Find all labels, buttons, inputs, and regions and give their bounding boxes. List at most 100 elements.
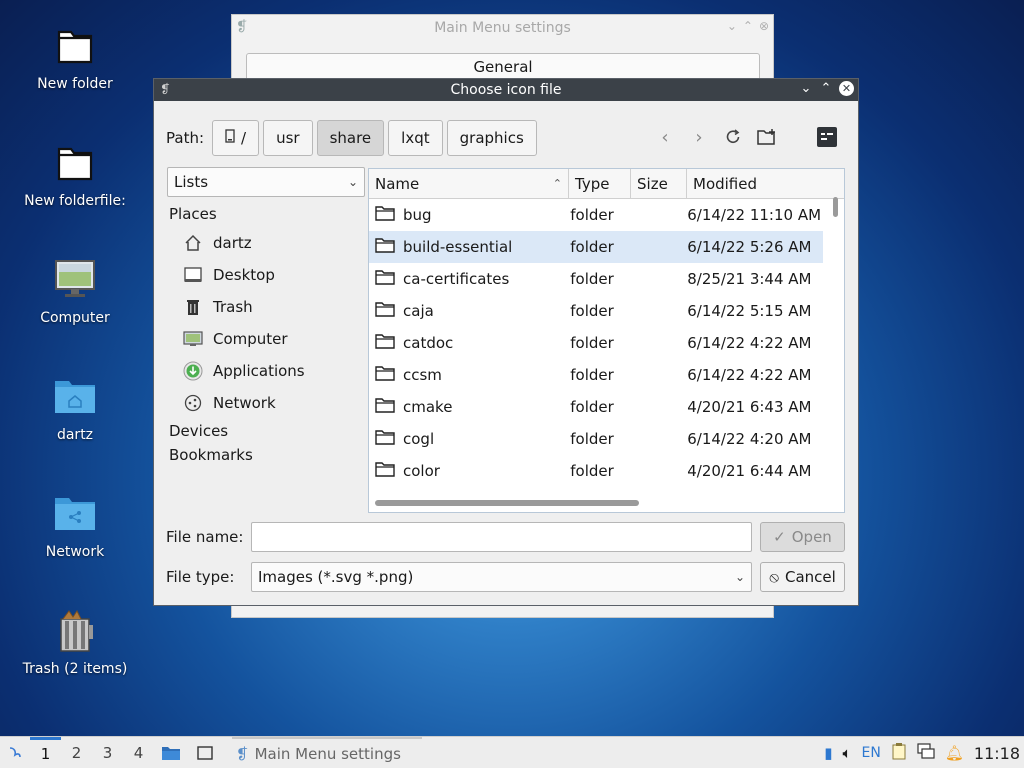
desktop-icon-trash[interactable]: Trash (2 items)	[5, 609, 145, 677]
network-status-icon[interactable]	[917, 743, 935, 763]
file-row[interactable]: catdoc folder 6/14/22 4:22 AM	[369, 327, 823, 359]
place-applications[interactable]: Applications	[169, 355, 369, 387]
desktop-icon-network[interactable]: Network	[5, 492, 145, 560]
chevron-down-icon: ⌄	[734, 570, 745, 584]
taskbar: 1 2 3 4 ❡ Main Menu settings ▮ 🔈︎ EN 🔔︎ …	[0, 736, 1024, 768]
bookmarks-section[interactable]: Bookmarks	[169, 443, 369, 467]
file-name-input[interactable]	[251, 522, 752, 552]
file-type: folder	[570, 366, 614, 384]
file-name-row: File name:	[166, 522, 846, 552]
place-desktop[interactable]: Desktop	[169, 259, 369, 291]
close-icon[interactable]: ⊗	[759, 19, 769, 33]
close-button[interactable]: ✕	[839, 81, 854, 96]
desktop-icon-label: New folderfile:	[24, 193, 126, 209]
file-row[interactable]: cmake folder 4/20/21 6:43 AM	[369, 391, 823, 423]
column-header-size[interactable]: Size	[631, 169, 687, 198]
file-modified: 4/20/21 6:44 AM	[687, 462, 812, 480]
show-desktop-icon[interactable]	[188, 737, 222, 768]
workspace-3[interactable]: 3	[92, 737, 123, 768]
crumb-lxqt[interactable]: lxqt	[388, 120, 443, 156]
file-row[interactable]: caja folder 6/14/22 5:15 AM	[369, 295, 823, 327]
clipboard-icon[interactable]	[891, 742, 907, 764]
places-header[interactable]: Places	[169, 205, 369, 227]
forward-icon[interactable]: ›	[688, 124, 710, 150]
view-options-icon[interactable]	[816, 124, 838, 150]
tab-general[interactable]: General	[246, 53, 760, 81]
file-row-selected[interactable]: build-essential folder 6/14/22 5:26 AM	[369, 231, 823, 263]
crumb-share[interactable]: share	[316, 120, 385, 156]
view-mode-select[interactable]: Lists ⌄	[167, 167, 365, 197]
notification-bell-icon[interactable]: 🔔︎	[945, 744, 964, 762]
desktop-icon-label: Computer	[40, 310, 110, 326]
file-type-select[interactable]: Images (*.svg *.png) ⌄	[251, 562, 752, 592]
place-dartz[interactable]: dartz	[169, 227, 369, 259]
column-header-type[interactable]: Type	[569, 169, 631, 198]
workspace-4[interactable]: 4	[123, 737, 154, 768]
file-modified: 6/14/22 4:20 AM	[687, 430, 812, 448]
cancel-button[interactable]: ⦸ Cancel	[760, 562, 845, 592]
app-logo-icon: ❡	[236, 744, 249, 763]
folder-icon	[375, 236, 395, 258]
file-type-label: File type:	[166, 568, 235, 586]
file-row[interactable]: color folder 4/20/21 6:44 AM	[369, 455, 823, 487]
maximize-icon[interactable]: ⌃	[743, 19, 753, 33]
maximize-button[interactable]: ⌃	[819, 81, 833, 96]
crumb-root[interactable]: /	[212, 120, 260, 156]
navigation-toolbar: ‹ ›	[654, 124, 838, 150]
usb-icon[interactable]: ▮	[824, 744, 832, 762]
folder-icon	[375, 268, 395, 290]
file-modified: 6/14/22 5:15 AM	[687, 302, 812, 320]
file-row[interactable]: ccsm folder 6/14/22 4:22 AM	[369, 359, 823, 391]
place-network[interactable]: Network	[169, 387, 369, 419]
folder-icon	[375, 428, 395, 450]
file-row[interactable]: bug folder 6/14/22 11:10 AM	[369, 199, 823, 231]
minimize-icon[interactable]: ⌄	[727, 19, 737, 33]
crumb-graphics[interactable]: graphics	[446, 120, 537, 156]
desktop-icon-dartz[interactable]: dartz	[5, 375, 145, 443]
workspace-1[interactable]: 1	[30, 736, 61, 768]
file-row[interactable]: ca-certificates folder 8/25/21 3:44 AM	[369, 263, 823, 295]
reload-icon[interactable]	[722, 124, 744, 150]
file-modified: 4/20/21 6:43 AM	[687, 398, 812, 416]
crumb-usr[interactable]: usr	[263, 120, 313, 156]
column-label: Name	[375, 175, 420, 193]
open-button[interactable]: ✓ Open	[760, 522, 845, 552]
devices-section[interactable]: Devices	[169, 419, 369, 443]
vertical-scrollbar[interactable]	[833, 197, 838, 217]
task-main-menu-settings[interactable]: ❡ Main Menu settings	[232, 736, 422, 768]
desktop-icon-new-folder[interactable]: New folder	[5, 24, 145, 92]
folder-icon	[375, 460, 395, 482]
choose-icon-file-dialog: ❡ Choose icon file ⌄ ⌃ ✕ Path: / usr sha…	[153, 78, 859, 606]
file-modified: 6/14/22 4:22 AM	[687, 366, 812, 384]
horizontal-scrollbar[interactable]	[375, 500, 639, 506]
file-modified: 6/14/22 4:22 AM	[687, 334, 812, 352]
app-logo-icon: ❡	[236, 19, 248, 35]
keyboard-layout[interactable]: EN	[862, 745, 881, 761]
new-folder-icon[interactable]	[756, 124, 778, 150]
path-label: Path:	[166, 129, 205, 147]
window-titlebar[interactable]: ❡ Main Menu settings ⌄ ⌃ ⊗	[232, 15, 773, 41]
file-name: cogl	[403, 430, 435, 448]
place-computer[interactable]: Computer	[169, 323, 369, 355]
main-menu-icon[interactable]	[0, 737, 30, 768]
column-header-name[interactable]: Name ⌃	[369, 169, 569, 198]
clock[interactable]: 11:18	[974, 744, 1020, 763]
minimize-button[interactable]: ⌄	[799, 81, 813, 96]
file-row[interactable]: cogl folder 6/14/22 4:20 AM	[369, 423, 823, 455]
path-bar: Path: / usr share lxqt graphics	[166, 120, 541, 156]
workspace-2[interactable]: 2	[61, 737, 92, 768]
volume-icon[interactable]: 🔈︎	[843, 744, 852, 762]
window-title: Main Menu settings	[434, 20, 571, 36]
desktop-icon-label: Network	[45, 544, 105, 560]
back-icon[interactable]: ‹	[654, 124, 676, 150]
place-trash[interactable]: Trash	[169, 291, 369, 323]
dialog-titlebar[interactable]: ❡ Choose icon file ⌄ ⌃ ✕	[154, 79, 858, 101]
file-name: caja	[403, 302, 434, 320]
file-manager-icon[interactable]	[154, 737, 188, 768]
places-sidebar: Places dartz Desktop Trash Computer Appl…	[169, 205, 369, 467]
desktop-icon-computer[interactable]: Computer	[5, 258, 145, 326]
column-header-modified[interactable]: Modified	[687, 169, 827, 198]
desktop-icon-new-folderfile[interactable]: New folderfile:	[5, 141, 145, 209]
open-label: Open	[791, 528, 832, 546]
folder-icon	[53, 141, 97, 185]
